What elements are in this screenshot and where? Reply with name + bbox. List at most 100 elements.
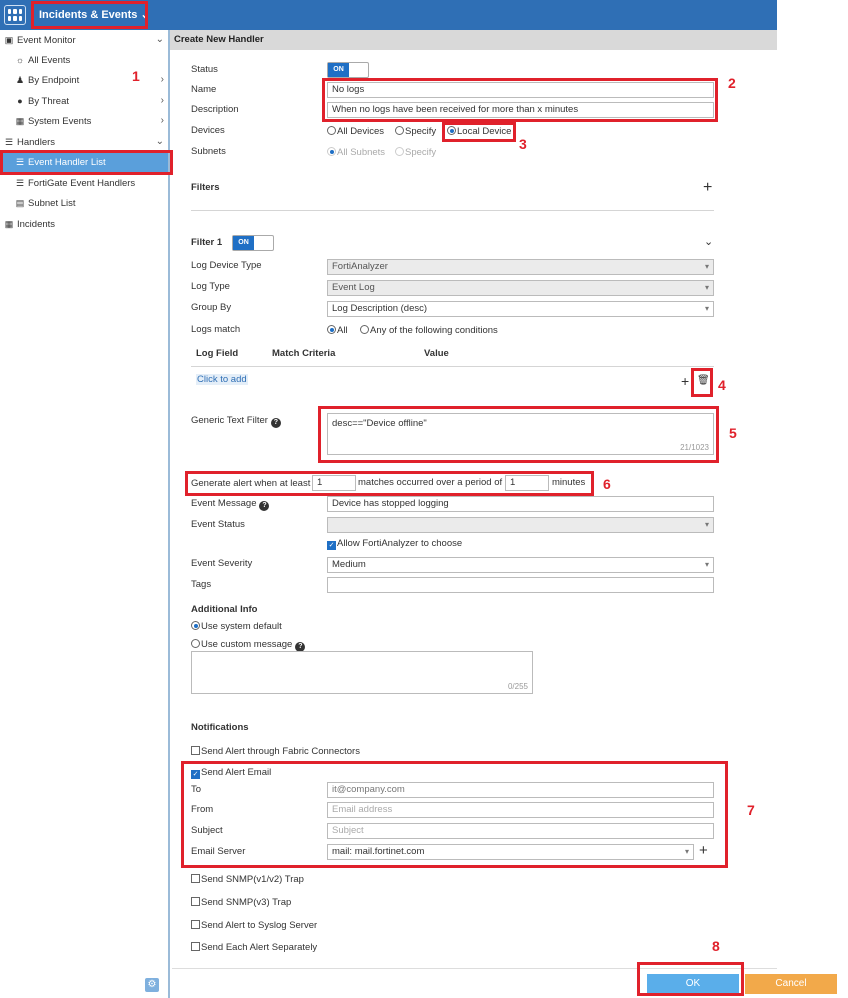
- add-icon[interactable]: +: [681, 374, 689, 388]
- annotation-box-3: [442, 122, 516, 142]
- radio-label: Use custom message: [201, 639, 293, 650]
- char-counter: 0/255: [507, 682, 528, 691]
- sidebar-item-label: Subnet List: [28, 198, 76, 209]
- click-to-add-link[interactable]: Click to add: [196, 374, 248, 385]
- system-icon: ▦: [15, 116, 25, 126]
- sidebar-item-label: By Threat: [28, 96, 70, 107]
- sidebar-item-all-events[interactable]: ☼ All Events: [0, 50, 168, 70]
- select-value: FortiAnalyzer: [332, 261, 388, 272]
- subnets-specify-radio[interactable]: Specify: [395, 146, 436, 160]
- annotation-box-2: [322, 78, 718, 122]
- log-type-select[interactable]: Event Log: [327, 280, 714, 296]
- logs-match-any-radio[interactable]: Any of the following conditions: [360, 324, 498, 338]
- custom-message-textarea[interactable]: 0/255: [191, 651, 533, 694]
- radio-label: Specify: [405, 126, 437, 137]
- sidebar-item-by-endpoint[interactable]: ♟ By Endpoint ›: [0, 70, 168, 90]
- chevron-right-icon: ›: [160, 115, 164, 126]
- annotation-number-5: 5: [729, 425, 737, 441]
- status-label: Status: [191, 64, 218, 75]
- tags-input[interactable]: [327, 577, 714, 593]
- divider: [191, 210, 714, 211]
- log-type-label: Log Type: [191, 281, 230, 292]
- filter1-toggle[interactable]: ON: [232, 235, 274, 251]
- sidebar-item-by-threat[interactable]: ● By Threat ›: [0, 91, 168, 111]
- annotation-number-6: 6: [603, 476, 611, 492]
- col-value: Value: [424, 348, 449, 359]
- checkbox-label: Send SNMP(v1/v2) Trap: [201, 874, 304, 885]
- send-each-checkbox[interactable]: Send Each Alert Separately: [191, 941, 317, 955]
- select-value: Log Description (desc): [332, 303, 428, 314]
- logs-match-all-radio[interactable]: All: [327, 324, 348, 338]
- use-custom-message-radio[interactable]: Use custom message?: [191, 638, 306, 652]
- radio-label: All Subnets: [337, 147, 386, 158]
- annotation-number-4: 4: [718, 377, 726, 393]
- toggle-on-label: ON: [328, 63, 349, 77]
- status-toggle[interactable]: ON: [327, 62, 369, 78]
- annotation-box-8: [637, 962, 744, 996]
- subnet-icon: ▤: [15, 198, 25, 208]
- table-icon: ▦: [4, 219, 14, 229]
- annotation-box-1b: [0, 150, 173, 175]
- bomb-icon: ●: [17, 96, 23, 106]
- annotation-box-5: [318, 406, 719, 463]
- send-snmp-v3-checkbox[interactable]: Send SNMP(v3) Trap: [191, 896, 291, 910]
- devices-all-radio[interactable]: All Devices: [327, 125, 384, 139]
- notifications-heading: Notifications: [191, 722, 249, 733]
- event-message-input[interactable]: Device has stopped logging: [327, 496, 714, 512]
- help-icon[interactable]: ?: [270, 418, 281, 428]
- sidebar-item-fortigate-event-handlers[interactable]: ☰ FortiGate Event Handlers: [0, 173, 168, 193]
- subnets-all-radio[interactable]: All Subnets: [327, 146, 385, 160]
- annotation-box-7: [181, 761, 728, 868]
- log-device-type-select[interactable]: FortiAnalyzer: [327, 259, 714, 275]
- chevron-down-icon[interactable]: ⌄: [704, 235, 713, 248]
- gear-icon[interactable]: ⚙: [145, 978, 159, 992]
- allow-fortianalyzer-checkbox[interactable]: ✓ Allow FortiAnalyzer to choose: [327, 537, 462, 551]
- sidebar-item-label: System Events: [28, 116, 92, 127]
- toggle-on-label: ON: [233, 236, 254, 250]
- generic-text-filter-label: Generic Text Filter?: [191, 414, 281, 428]
- devices-label: Devices: [191, 125, 225, 136]
- list-icon: ☰: [15, 178, 25, 188]
- sidebar-item-label: Incidents: [17, 219, 56, 230]
- event-status-select[interactable]: [327, 517, 714, 533]
- group-by-label: Group By: [191, 302, 232, 313]
- checkbox-label: Send Alert through Fabric Connectors: [201, 746, 360, 757]
- devices-specify-radio[interactable]: Specify: [395, 125, 436, 139]
- sidebar-item-subnet-list[interactable]: ▤ Subnet List: [0, 193, 168, 213]
- chevron-down-icon: ⌄: [155, 34, 164, 45]
- sidebar-item-label: FortiGate Event Handlers: [28, 178, 136, 189]
- sidebar-item-event-monitor[interactable]: ▣ Event Monitor ⌄: [0, 30, 168, 50]
- sidebar-item-label: By Endpoint: [28, 75, 80, 86]
- send-fabric-checkbox[interactable]: Send Alert through Fabric Connectors: [191, 745, 360, 759]
- radio-label: Specify: [405, 147, 437, 158]
- app-grid-icon[interactable]: [4, 5, 26, 25]
- sidebar-item-handlers[interactable]: ☰ Handlers ⌄: [0, 132, 168, 152]
- select-value: Medium: [332, 559, 366, 570]
- subnets-label: Subnets: [191, 146, 226, 157]
- send-syslog-checkbox[interactable]: Send Alert to Syslog Server: [191, 919, 317, 933]
- radio-label: All Devices: [337, 126, 384, 137]
- sidebar-item-system-events[interactable]: ▦ System Events ›: [0, 111, 168, 131]
- group-by-select[interactable]: Log Description (desc): [327, 301, 714, 317]
- sidebar: ▣ Event Monitor ⌄ ☼ All Events ♟ By Endpoint…: [0, 30, 170, 998]
- event-message-label: Event Message?: [191, 497, 270, 511]
- sidebar-item-incidents[interactable]: ▦ Incidents: [0, 214, 168, 234]
- chevron-right-icon: ›: [160, 74, 164, 85]
- help-icon[interactable]: ?: [259, 501, 270, 511]
- cancel-button[interactable]: Cancel: [745, 974, 837, 994]
- annotation-number-2: 2: [728, 75, 736, 91]
- event-severity-select[interactable]: Medium: [327, 557, 714, 573]
- tags-label: Tags: [191, 579, 212, 590]
- sidebar-item-label: All Events: [28, 55, 71, 66]
- add-filter-icon[interactable]: +: [703, 180, 712, 196]
- send-snmp-v1-checkbox[interactable]: Send SNMP(v1/v2) Trap: [191, 873, 304, 887]
- col-log-field: Log Field: [196, 348, 239, 359]
- checkbox-label: Send Alert to Syslog Server: [201, 920, 318, 931]
- list-icon: ☰: [4, 137, 14, 147]
- sidebar-item-label: Handlers: [17, 137, 56, 148]
- col-match-criteria: Match Criteria: [272, 348, 336, 359]
- use-system-default-radio[interactable]: Use system default: [191, 620, 282, 634]
- event-severity-label: Event Severity: [191, 558, 253, 569]
- radio-label: Use system default: [201, 621, 282, 632]
- name-label: Name: [191, 84, 217, 95]
